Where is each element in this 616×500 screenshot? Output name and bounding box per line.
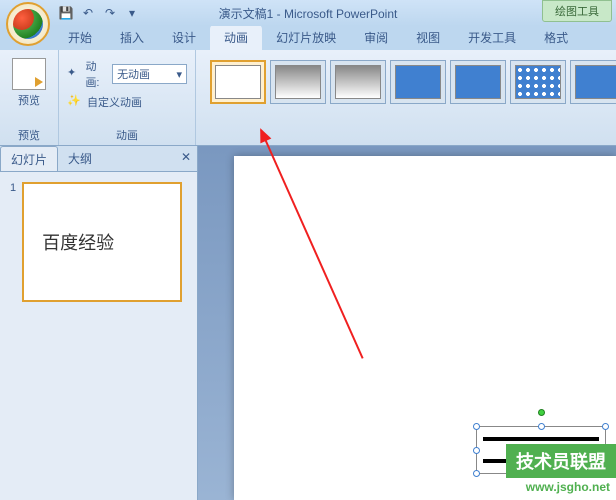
transition-item[interactable]	[510, 60, 566, 104]
tab-animation[interactable]: 动画	[210, 25, 262, 50]
transition-item[interactable]	[570, 60, 616, 104]
resize-handle[interactable]	[602, 423, 609, 430]
preview-icon	[12, 58, 46, 90]
transition-none[interactable]	[210, 60, 266, 104]
custom-animation-label: 自定义动画	[87, 94, 142, 110]
quick-access-toolbar: 💾 ↶ ↷ ▾	[56, 3, 142, 23]
undo-icon[interactable]: ↶	[78, 3, 98, 23]
resize-handle[interactable]	[473, 470, 480, 477]
tab-review[interactable]: 审阅	[350, 25, 402, 50]
thumbnail-list: 1 百度经验	[0, 172, 197, 500]
animation-value: 无动画	[117, 66, 150, 82]
transition-fade-black[interactable]	[330, 60, 386, 104]
group-label-preview: 预览	[8, 125, 50, 143]
thumbnail-item[interactable]: 1 百度经验	[10, 182, 187, 302]
ribbon: 预览 预览 ✦ 动画: 无动画 ▾ ✨ 自定义动画 动画	[0, 50, 616, 146]
redo-icon[interactable]: ↷	[100, 3, 120, 23]
animation-select[interactable]: 无动画 ▾	[112, 64, 187, 84]
tab-format[interactable]: 格式	[530, 25, 582, 50]
group-label-animation: 动画	[67, 125, 187, 143]
panel-close-icon[interactable]: ✕	[181, 150, 191, 164]
slides-panel: 幻灯片 大纲 ✕ 1 百度经验	[0, 146, 198, 500]
tab-design[interactable]: 设计	[158, 25, 210, 50]
tab-insert[interactable]: 插入	[106, 25, 158, 50]
thumbnail-preview: 百度经验	[22, 182, 182, 302]
ribbon-tabs: 开始 插入 设计 动画 幻灯片放映 审阅 视图 开发工具 格式	[0, 26, 616, 50]
panel-tab-slides[interactable]: 幻灯片	[0, 146, 58, 171]
tab-developer[interactable]: 开发工具	[454, 25, 530, 50]
resize-handle[interactable]	[473, 447, 480, 454]
preview-label: 预览	[18, 92, 40, 108]
panel-tab-outline[interactable]: 大纲	[58, 146, 102, 171]
preview-button[interactable]: 预览	[8, 54, 50, 112]
save-icon[interactable]: 💾	[56, 3, 76, 23]
tab-home[interactable]: 开始	[54, 25, 106, 50]
qat-dropdown-icon[interactable]: ▾	[122, 3, 142, 23]
panel-tabs: 幻灯片 大纲 ✕	[0, 146, 197, 172]
resize-handle[interactable]	[538, 423, 545, 430]
rotate-handle[interactable]	[538, 409, 545, 416]
tab-slideshow[interactable]: 幻灯片放映	[262, 25, 350, 50]
group-animation: ✦ 动画: 无动画 ▾ ✨ 自定义动画 动画	[59, 50, 196, 145]
chevron-down-icon: ▾	[177, 68, 183, 81]
animation-row: ✦ 动画: 无动画 ▾	[67, 58, 187, 90]
title-bar: 💾 ↶ ↷ ▾ 演示文稿1 - Microsoft PowerPoint 绘图工…	[0, 0, 616, 26]
transition-item[interactable]	[450, 60, 506, 104]
group-preview: 预览 预览	[0, 50, 59, 145]
custom-animation-button[interactable]: ✨ 自定义动画	[67, 94, 187, 110]
transition-fade[interactable]	[270, 60, 326, 104]
animation-icon: ✦	[67, 66, 81, 82]
thumbnail-text: 百度经验	[42, 229, 114, 255]
resize-handle[interactable]	[473, 423, 480, 430]
watermark-url: www.jsgho.net	[526, 480, 610, 494]
animation-label: 动画:	[85, 58, 108, 90]
contextual-tab-label: 绘图工具	[542, 0, 612, 22]
star-icon: ✨	[67, 94, 83, 110]
watermark-text: 技术员联盟	[506, 444, 616, 478]
office-button[interactable]	[6, 2, 50, 46]
thumbnail-number: 1	[10, 182, 16, 302]
tab-view[interactable]: 视图	[402, 25, 454, 50]
transition-item[interactable]	[390, 60, 446, 104]
window-title: 演示文稿1 - Microsoft PowerPoint	[219, 5, 398, 22]
